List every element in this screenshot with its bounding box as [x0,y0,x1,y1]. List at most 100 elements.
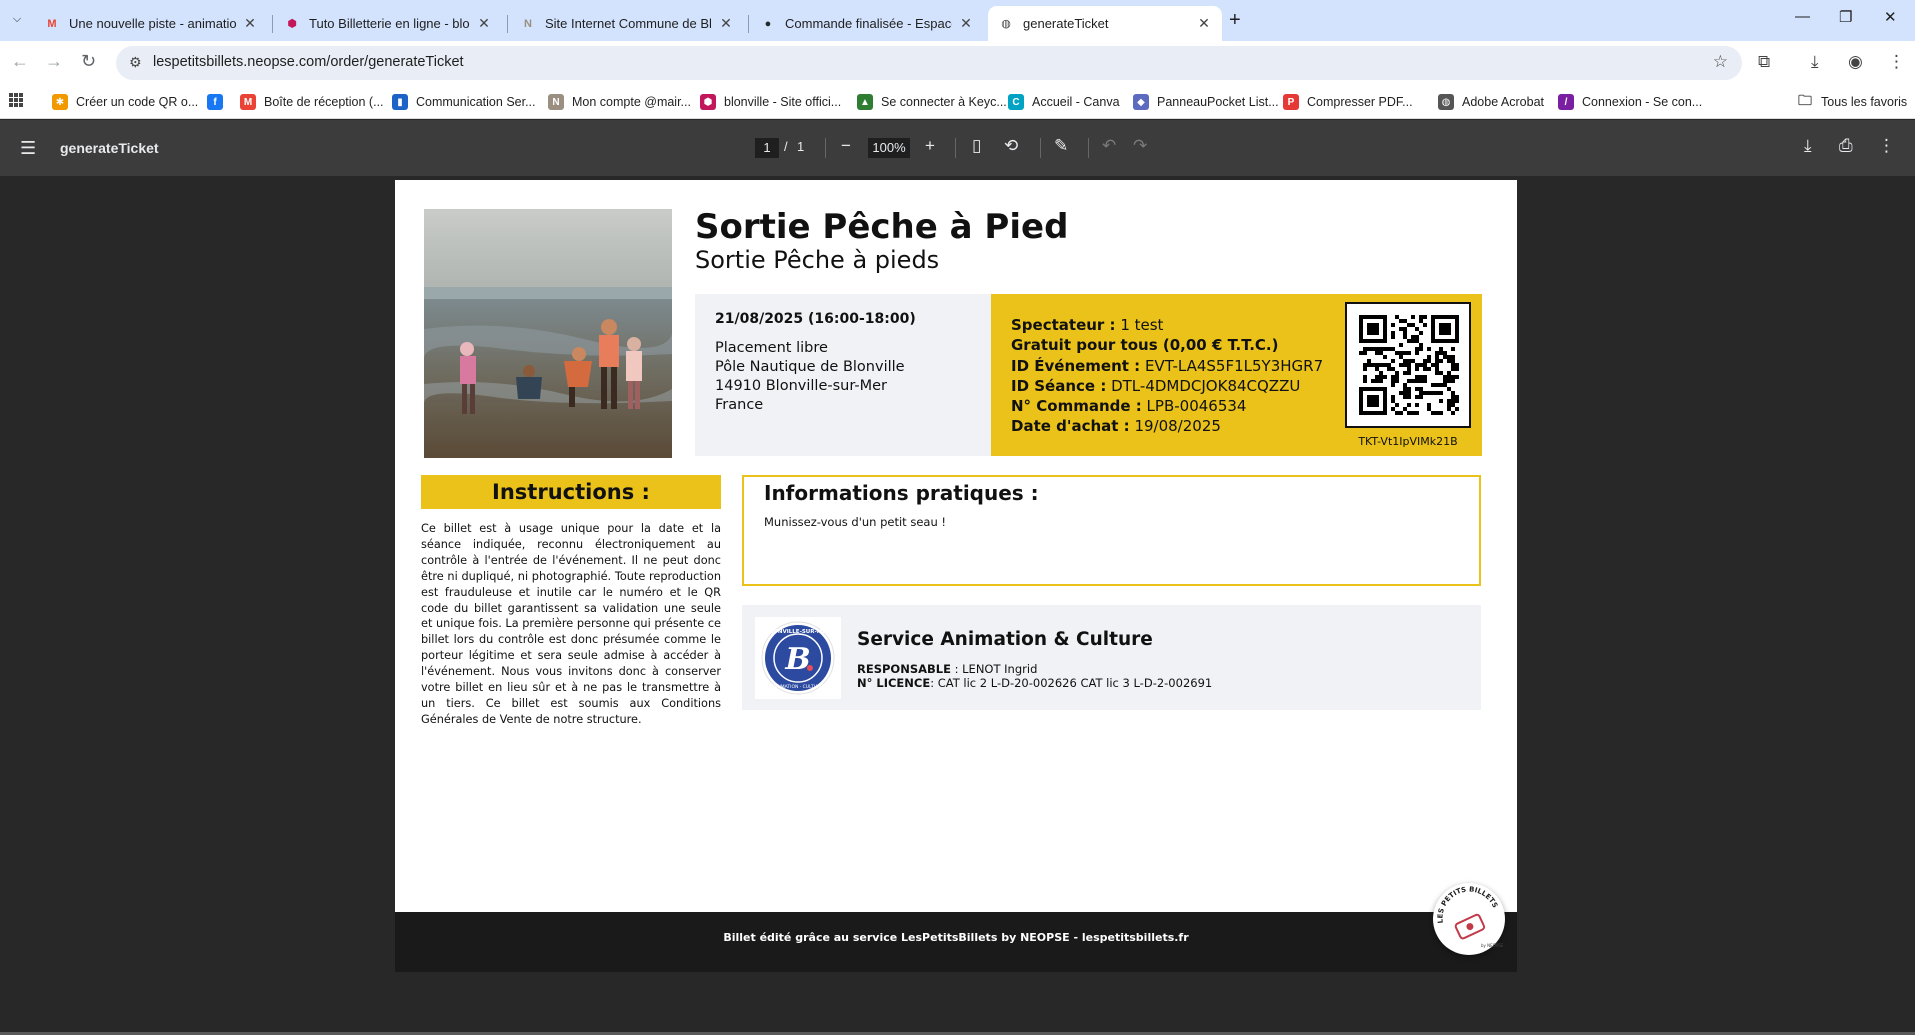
tab-divider [748,15,749,33]
ticket-footer: Billet édité grâce au service LesPetitsB… [395,912,1517,972]
bookmark-label: Boîte de réception (... [264,95,384,109]
more-options-icon[interactable]: ⋮ [1878,136,1895,156]
tab-gmail[interactable]: M Une nouvelle piste - animation ✕ [34,6,268,41]
new-tab-icon[interactable]: + [1229,9,1241,32]
forward-icon[interactable]: → [45,51,63,72]
info-price: Gratuit pour tous (0,00 € T.T.C.) [1011,336,1279,355]
tab-site-internet[interactable]: N Site Internet Commune de Blonville ✕ [510,6,744,41]
bookmark-item[interactable]: ▲ Se connecter à Keyc... [857,91,1007,113]
page-total: 1 [797,139,805,154]
restore-icon[interactable]: ❐ [1839,8,1852,26]
page-number-input[interactable]: 1 [755,138,779,158]
info-purchase-date: Date d'achat : 19/08/2025 [1011,417,1221,436]
annotate-icon[interactable]: ✎ [1054,136,1068,156]
keycloak-icon: ▲ [857,94,873,110]
url-text[interactable]: lespetitsbillets.neopse.com/order/genera… [153,54,464,70]
notion-icon: N [548,94,564,110]
minimize-icon[interactable]: — [1795,8,1810,25]
blonville-icon: ⬢ [287,18,297,30]
zoom-out-icon[interactable]: − [841,136,851,156]
event-subtitle: Sortie Pêche à pieds [695,246,940,274]
organizer-responsible: RESPONSABLE : LENOT Ingrid [857,662,1038,676]
tab-generate-ticket[interactable]: ◍ generateTicket ✕ [988,6,1222,41]
site-info-icon[interactable]: ⚙ [129,54,142,71]
event-title: Sortie Pêche à Pied [695,207,1069,247]
info-spectator: Spectateur : 1 test [1011,316,1164,334]
page-separator: / [784,139,788,154]
extensions-icon[interactable]: ⧉ [1758,52,1770,72]
bookmark-item[interactable]: ◍ Adobe Acrobat [1438,91,1544,113]
tab-strip: ⌵ M Une nouvelle piste - animation ✕ ⬢ T… [0,0,1915,41]
download-icon[interactable]: ⤓ [1811,52,1819,72]
bookmark-item[interactable]: ✱ Créer un code QR o... [52,91,198,113]
bookmark-label: Mon compte @mair... [572,95,691,109]
hamburger-menu-icon[interactable]: ☰ [20,138,36,159]
tab-title: generateTicket [1023,16,1109,31]
tab-title: Tuto Billetterie en ligne - blonville [309,16,470,31]
pdf-toolbar: ☰ generateTicket 1 / 1 − 100% + ▯ ⟲ ✎ ↶ … [0,120,1915,176]
bookmark-label: Se connecter à Keyc... [881,95,1007,109]
window-close-icon[interactable]: ✕ [1884,8,1897,26]
zoom-input[interactable]: 100% [868,138,910,158]
zoom-in-icon[interactable]: + [925,136,935,156]
divider [1040,138,1041,158]
svg-text:ANIMATION · CULTURE: ANIMATION · CULTURE [773,684,823,690]
tab-tuto-billetterie[interactable]: ⬢ Tuto Billetterie en ligne - blonville … [274,6,502,41]
gmail-icon: M [240,94,256,110]
address-bar[interactable]: ⚙ lespetitsbillets.neopse.com/order/gene… [116,46,1742,80]
redo-icon[interactable]: ↷ [1133,136,1147,156]
venue-country: France [715,397,764,413]
venue-block: 21/08/2025 (16:00-18:00) Placement libre… [695,294,991,456]
bookmark-item[interactable]: / Connexion - Se con... [1558,91,1702,113]
globe-icon: ◍ [1001,18,1011,30]
more-menu-icon[interactable]: ⋮ [1888,52,1905,72]
rotate-icon[interactable]: ⟲ [1004,136,1018,156]
github-icon: ● [764,17,772,30]
bookmark-label: Créer un code QR o... [76,95,199,109]
organizer-licence: N° LICENCE: CAT lic 2 L-D-20-002626 CAT … [857,676,1213,690]
practical-info-text: Munissez-vous d'un petit seau ! [764,515,947,529]
bookmark-item[interactable]: C Accueil - Canva [1008,91,1120,113]
undo-icon[interactable]: ↶ [1102,136,1116,156]
bookmark-item[interactable]: f [207,91,231,113]
close-icon[interactable]: ✕ [718,15,734,32]
bookmark-item[interactable]: P Compresser PDF... [1283,91,1413,113]
download-icon[interactable]: ⤓ [1804,136,1812,156]
bookmark-item[interactable]: ▮ Communication Ser... [392,91,536,113]
bookmark-label: PanneauPocket List... [1157,95,1279,109]
tab-title: Site Internet Commune de Blonville [545,16,712,31]
profile-icon[interactable]: ◉ [1848,52,1863,72]
close-icon[interactable]: ✕ [958,15,974,32]
bookmark-item[interactable]: ◆ PanneauPocket List... [1133,91,1279,113]
reload-icon[interactable]: ↻ [81,51,96,72]
tab-search-dropdown-icon[interactable]: ⌵ [7,9,27,29]
divider [955,138,956,158]
close-icon[interactable]: ✕ [476,15,492,32]
apps-grid-icon[interactable] [9,93,23,107]
fit-page-icon[interactable]: ▯ [972,136,981,156]
organizer-block: B BLONVILLE-SUR-MER ANIMATION · CULTURE … [742,605,1481,710]
svg-text:BLONVILLE-SUR-MER: BLONVILLE-SUR-MER [766,629,831,635]
bookmark-item[interactable]: ⬢ blonville - Site offici... [700,91,841,113]
gmail-icon: M [47,17,57,30]
tab-commande-finalisee[interactable]: ● Commande finalisée - Espace client ✕ [750,6,984,41]
feather-icon: / [1558,94,1574,110]
back-icon[interactable]: ← [11,51,29,72]
close-icon[interactable]: ✕ [242,15,258,32]
print-icon[interactable]: ⎙ [1839,136,1853,156]
close-icon[interactable]: ✕ [1196,15,1212,32]
bookmark-item[interactable]: M Boîte de réception (... [240,91,384,113]
info-event-id: ID Événement : EVT-LA4S5F1L5Y3HGR7 [1011,356,1324,375]
all-bookmarks[interactable]: 🗀 Tous les favoris [1797,91,1907,113]
bookmark-label: Communication Ser... [416,95,536,109]
folder-icon: 🗀 [1798,92,1812,108]
ticket-code: TKT-Vt1IpVIMk21B [1358,435,1458,448]
panneaupocket-icon: ◆ [1133,94,1149,110]
organizer-name: Service Animation & Culture [857,629,1153,650]
event-date: 21/08/2025 (16:00-18:00) [715,311,916,327]
qr-code [1345,302,1471,428]
bookmark-star-icon[interactable]: ☆ [1713,52,1728,72]
canva-icon: C [1008,94,1024,110]
bookmark-item[interactable]: N Mon compte @mair... [548,91,691,113]
tab-title: Une nouvelle piste - animation [69,16,236,31]
